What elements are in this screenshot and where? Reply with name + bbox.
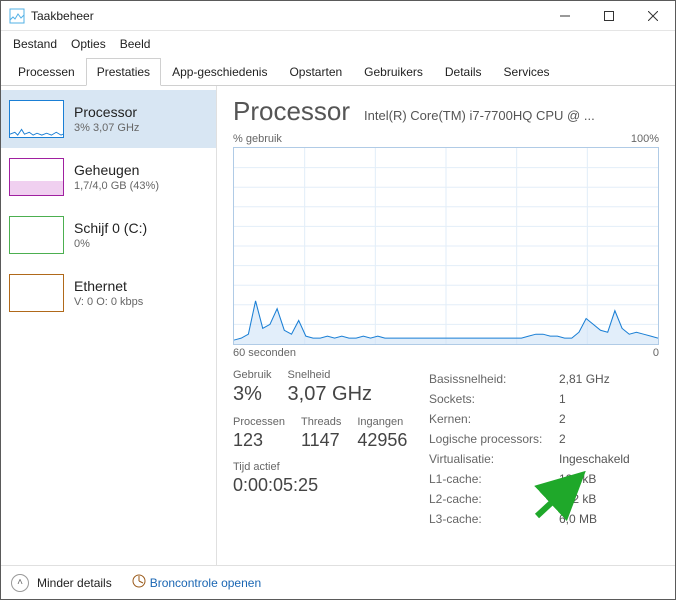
logical-processors-label: Logische processors:: [429, 429, 559, 449]
cores-value: 2: [559, 409, 566, 429]
main-header: Processor Intel(R) Core(TM) i7-7700HQ CP…: [233, 96, 659, 127]
speed-label: Snelheid: [288, 369, 372, 381]
l2-cache-value: 512 kB: [559, 489, 596, 509]
tab-details[interactable]: Details: [434, 58, 493, 86]
virtualization-label: Virtualisatie:: [429, 449, 559, 469]
menu-bar: Bestand Opties Beeld: [1, 31, 675, 57]
open-resource-monitor-link[interactable]: Broncontrole openen: [132, 574, 261, 591]
uptime-value: 0:00:05:25: [233, 475, 413, 496]
tab-services[interactable]: Services: [493, 58, 561, 86]
menu-file[interactable]: Bestand: [7, 35, 63, 53]
chart-top-labels: % gebruik 100%: [233, 133, 659, 145]
handles-value: 42956: [357, 430, 407, 451]
l3-cache-label: L3-cache:: [429, 509, 559, 529]
footer-bar: ˄ Minder details Broncontrole openen: [1, 565, 675, 599]
threads-label: Threads: [301, 416, 341, 428]
tab-processes[interactable]: Processen: [7, 58, 86, 86]
content-area: Processor 3% 3,07 GHz Geheugen 1,7/4,0 G…: [1, 86, 675, 565]
uptime-label: Tijd actief: [233, 461, 413, 473]
resource-monitor-icon: [132, 574, 146, 591]
minimize-button[interactable]: [543, 1, 587, 30]
chart-xlabel-right: 0: [653, 347, 659, 359]
app-icon: [9, 8, 25, 24]
l1-cache-value: 128 kB: [559, 469, 596, 489]
maximize-button[interactable]: [587, 1, 631, 30]
sidebar-item-sub: V: 0 O: 0 kbps: [74, 296, 143, 308]
sidebar-item-sub: 3% 3,07 GHz: [74, 122, 139, 134]
sidebar-item-sub: 0%: [74, 238, 147, 250]
cpu-model: Intel(R) Core(TM) i7-7700HQ CPU @ ...: [364, 108, 595, 123]
l3-cache-value: 6,0 MB: [559, 509, 597, 529]
cpu-tile-icon: [9, 100, 64, 138]
speed-value: 3,07 GHz: [288, 383, 372, 406]
disk-tile-icon: [9, 216, 64, 254]
sidebar-item-label: Processor: [74, 104, 139, 120]
chart-xlabel-left: 60 seconden: [233, 347, 296, 359]
processes-value: 123: [233, 430, 285, 451]
sockets-label: Sockets:: [429, 389, 559, 409]
tab-startup[interactable]: Opstarten: [278, 58, 353, 86]
window-title: Taakbeheer: [31, 9, 543, 23]
threads-value: 1147: [301, 430, 341, 451]
memory-tile-icon: [9, 158, 64, 196]
handles-label: Ingangen: [357, 416, 407, 428]
tab-strip: Processen Prestaties App-geschiedenis Op…: [1, 57, 675, 86]
ethernet-tile-icon: [9, 274, 64, 312]
sidebar-item-label: Geheugen: [74, 162, 159, 178]
logical-processors-value: 2: [559, 429, 566, 449]
sidebar-item-memory[interactable]: Geheugen 1,7/4,0 GB (43%): [1, 148, 216, 206]
cores-label: Kernen:: [429, 409, 559, 429]
fewer-details-button[interactable]: ˄ Minder details: [11, 574, 112, 592]
base-speed-label: Basissnelheid:: [429, 369, 559, 389]
usage-value: 3%: [233, 383, 272, 406]
tab-performance[interactable]: Prestaties: [86, 58, 161, 86]
l1-cache-label: L1-cache:: [429, 469, 559, 489]
task-manager-window: Taakbeheer Bestand Opties Beeld Processe…: [0, 0, 676, 600]
menu-view[interactable]: Beeld: [114, 35, 157, 53]
chart-bottom-labels: 60 seconden 0: [233, 347, 659, 359]
stats-area: Gebruik 3% Snelheid 3,07 GHz Processen 1…: [233, 369, 659, 529]
sidebar-item-label: Schijf 0 (C:): [74, 220, 147, 236]
chart-ymax: 100%: [631, 133, 659, 145]
sidebar-item-sub: 1,7/4,0 GB (43%): [74, 180, 159, 192]
page-title: Processor: [233, 96, 350, 127]
title-bar[interactable]: Taakbeheer: [1, 1, 675, 31]
tab-app-history[interactable]: App-geschiedenis: [161, 58, 278, 86]
usage-label: Gebruik: [233, 369, 272, 381]
menu-options[interactable]: Opties: [65, 35, 112, 53]
cpu-usage-chart[interactable]: [233, 147, 659, 345]
stats-right: Basissnelheid:2,81 GHz Sockets:1 Kernen:…: [429, 369, 659, 529]
base-speed-value: 2,81 GHz: [559, 369, 610, 389]
chart-ylabel: % gebruik: [233, 133, 282, 145]
stats-left: Gebruik 3% Snelheid 3,07 GHz Processen 1…: [233, 369, 429, 529]
sidebar-item-label: Ethernet: [74, 278, 143, 294]
window-controls: [543, 1, 675, 30]
sidebar-item-disk[interactable]: Schijf 0 (C:) 0%: [1, 206, 216, 264]
chevron-up-icon: ˄: [11, 574, 29, 592]
l2-cache-label: L2-cache:: [429, 489, 559, 509]
open-resource-monitor-label: Broncontrole openen: [150, 576, 261, 590]
sockets-value: 1: [559, 389, 566, 409]
fewer-details-label: Minder details: [37, 576, 112, 590]
performance-sidebar: Processor 3% 3,07 GHz Geheugen 1,7/4,0 G…: [1, 86, 217, 565]
main-panel: Processor Intel(R) Core(TM) i7-7700HQ CP…: [217, 86, 675, 565]
sidebar-item-ethernet[interactable]: Ethernet V: 0 O: 0 kbps: [1, 264, 216, 322]
processes-label: Processen: [233, 416, 285, 428]
sidebar-item-cpu[interactable]: Processor 3% 3,07 GHz: [1, 90, 216, 148]
tab-users[interactable]: Gebruikers: [353, 58, 434, 86]
close-button[interactable]: [631, 1, 675, 30]
virtualization-value: Ingeschakeld: [559, 449, 630, 469]
